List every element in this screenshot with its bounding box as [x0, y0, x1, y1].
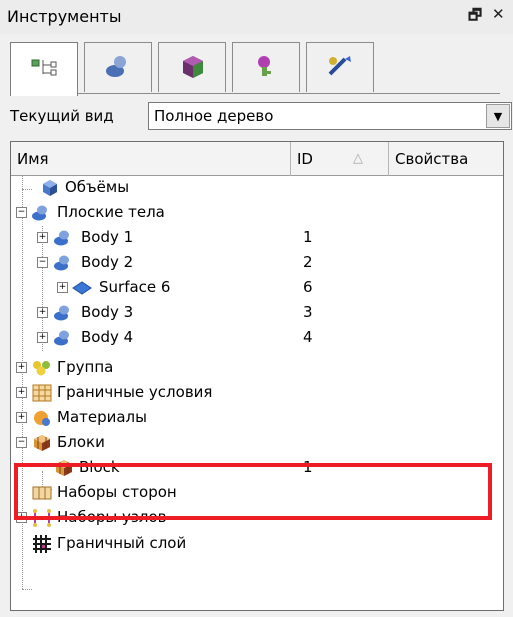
- tree-row-body-4[interactable]: + Body 4 4: [11, 326, 503, 351]
- body-icon: [51, 303, 73, 323]
- group-icon: [31, 358, 53, 378]
- expand-toggle[interactable]: +: [16, 387, 27, 398]
- tree-row-id: 4: [303, 328, 313, 346]
- tab-tree[interactable]: [10, 42, 78, 96]
- material-icon: [31, 408, 53, 428]
- tree-row-label: Материалы: [57, 408, 147, 426]
- current-view-value: Полное дерево: [154, 107, 274, 125]
- properties-icon: [251, 53, 281, 83]
- tree-row-label: Body 2: [81, 253, 134, 271]
- sort-ascending-icon: △: [353, 151, 363, 166]
- tools-icon: [325, 53, 355, 83]
- view-row: Текущий вид Полное дерево ▼: [10, 102, 512, 130]
- tree-row-group[interactable]: + Группа: [11, 356, 503, 381]
- tree-row-label: Body 3: [81, 303, 134, 321]
- expand-toggle[interactable]: +: [37, 232, 48, 243]
- tab-properties[interactable]: [232, 42, 300, 92]
- column-properties[interactable]: Свойства: [389, 142, 503, 176]
- collapse-toggle[interactable]: −: [16, 207, 27, 218]
- body-icon: [51, 253, 73, 273]
- tree-row-planar-bodies[interactable]: − Плоские тела: [11, 201, 503, 226]
- tree-row-label: Граничный слой: [57, 534, 187, 552]
- tree-row-label: Body 1: [81, 228, 134, 246]
- tree-row-boundary-conditions[interactable]: + Граничные условия: [11, 381, 503, 406]
- expand-toggle[interactable]: +: [37, 332, 48, 343]
- tree-row-id: 3: [303, 303, 313, 321]
- block-icon: [177, 53, 207, 83]
- tree-row-label: Плоские тела: [57, 203, 165, 221]
- tree-row-label: Граничные условия: [57, 383, 213, 401]
- panel-title: Инструменты: [7, 7, 122, 26]
- current-view-select[interactable]: Полное дерево ▼: [148, 102, 512, 130]
- model-tree[interactable]: Имя ID △ Свойства Объёмы − Плоские тела …: [10, 141, 504, 611]
- tree-icon: [29, 56, 59, 84]
- tree-row-body-2[interactable]: − Body 2 2: [11, 251, 503, 276]
- block-icon: [31, 433, 53, 453]
- highlight-box: [14, 463, 492, 520]
- surface-icon: [71, 278, 93, 298]
- mesh-icon: [103, 53, 133, 83]
- boundary-layer-icon: [31, 534, 53, 554]
- volume-icon: [39, 178, 61, 198]
- tab-tools[interactable]: [306, 42, 374, 92]
- close-button[interactable]: ✕: [492, 5, 505, 23]
- tab-divider: [10, 93, 500, 94]
- boundary-grid-icon: [31, 383, 53, 403]
- column-properties-label: Свойства: [395, 150, 469, 168]
- collapse-toggle[interactable]: −: [37, 257, 48, 268]
- tree-row-label: Surface 6: [99, 278, 171, 296]
- tree-row-label: Блоки: [57, 433, 105, 451]
- current-view-label: Текущий вид: [10, 107, 114, 125]
- tree-row-label: Объёмы: [65, 178, 130, 196]
- tree-row-surface-6[interactable]: + Surface 6 6: [11, 276, 503, 301]
- tab-block[interactable]: [158, 42, 226, 92]
- column-id-label: ID: [297, 150, 313, 168]
- tree-row-id: 1: [303, 228, 313, 246]
- dropdown-arrow-icon[interactable]: ▼: [486, 104, 510, 128]
- tree-row-id: 6: [303, 278, 313, 296]
- column-name[interactable]: Имя: [11, 142, 291, 176]
- column-name-label: Имя: [17, 150, 49, 168]
- tools-panel: Инструменты 🗗 ✕ Текущий вид Полное дерев…: [0, 0, 513, 617]
- expand-toggle[interactable]: +: [16, 362, 27, 373]
- tab-mesh[interactable]: [84, 42, 152, 92]
- collapse-toggle[interactable]: −: [16, 437, 27, 448]
- tree-row-volumes[interactable]: Объёмы: [11, 176, 503, 201]
- pin-button[interactable]: 🗗: [468, 5, 482, 30]
- panel-titlebar: Инструменты 🗗 ✕: [0, 0, 513, 34]
- expand-toggle[interactable]: +: [57, 282, 68, 293]
- body-icon: [51, 328, 73, 348]
- tree-row-body-3[interactable]: + Body 3 3: [11, 301, 503, 326]
- tree-row-blocks[interactable]: − Блоки: [11, 431, 503, 456]
- body-icon: [51, 228, 73, 248]
- tree-header: Имя ID △ Свойства: [11, 142, 503, 176]
- tree-connector: [22, 589, 32, 590]
- tree-row-id: 2: [303, 253, 313, 271]
- expand-toggle[interactable]: +: [16, 412, 27, 423]
- tree-row-materials[interactable]: + Материалы: [11, 406, 503, 431]
- tree-row-body-1[interactable]: + Body 1 1: [11, 226, 503, 251]
- column-id[interactable]: ID △: [291, 142, 389, 176]
- expand-toggle[interactable]: +: [37, 307, 48, 318]
- body-icon: [29, 203, 51, 223]
- tree-row-boundary-layer[interactable]: Граничный слой: [11, 532, 503, 557]
- tree-row-label: Группа: [57, 358, 114, 376]
- tree-row-label: Body 4: [81, 328, 134, 346]
